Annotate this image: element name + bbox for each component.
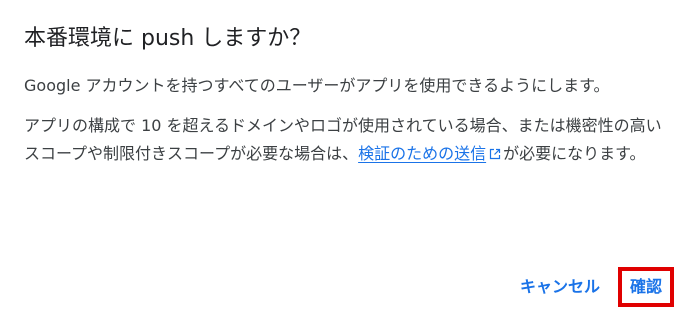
dialog-body: Google アカウントを持つすべてのユーザーがアプリを使用できるようにします。…: [24, 72, 664, 180]
cancel-button[interactable]: キャンセル: [508, 269, 612, 305]
confirm-button[interactable]: 確認: [617, 267, 674, 307]
push-to-production-dialog: 本番環境に push しますか？ Google アカウントを持つすべてのユーザー…: [0, 0, 686, 315]
external-link-icon: [489, 148, 501, 160]
verification-submission-link[interactable]: 検証のための送信: [358, 144, 503, 163]
verification-link-label: 検証のための送信: [358, 144, 487, 163]
dialog-paragraph-availability: Google アカウントを持つすべてのユーザーがアプリを使用できるようにします。: [24, 76, 610, 95]
verification-text-suffix: が必要になります。: [503, 144, 646, 163]
dialog-title: 本番環境に push しますか？: [24, 26, 312, 51]
dialog-actions: キャンセル 確認: [508, 267, 674, 307]
dialog-paragraph-verification: アプリの構成で 10 を超えるドメインやロゴが使用されている場合、または機密性の…: [24, 112, 664, 168]
